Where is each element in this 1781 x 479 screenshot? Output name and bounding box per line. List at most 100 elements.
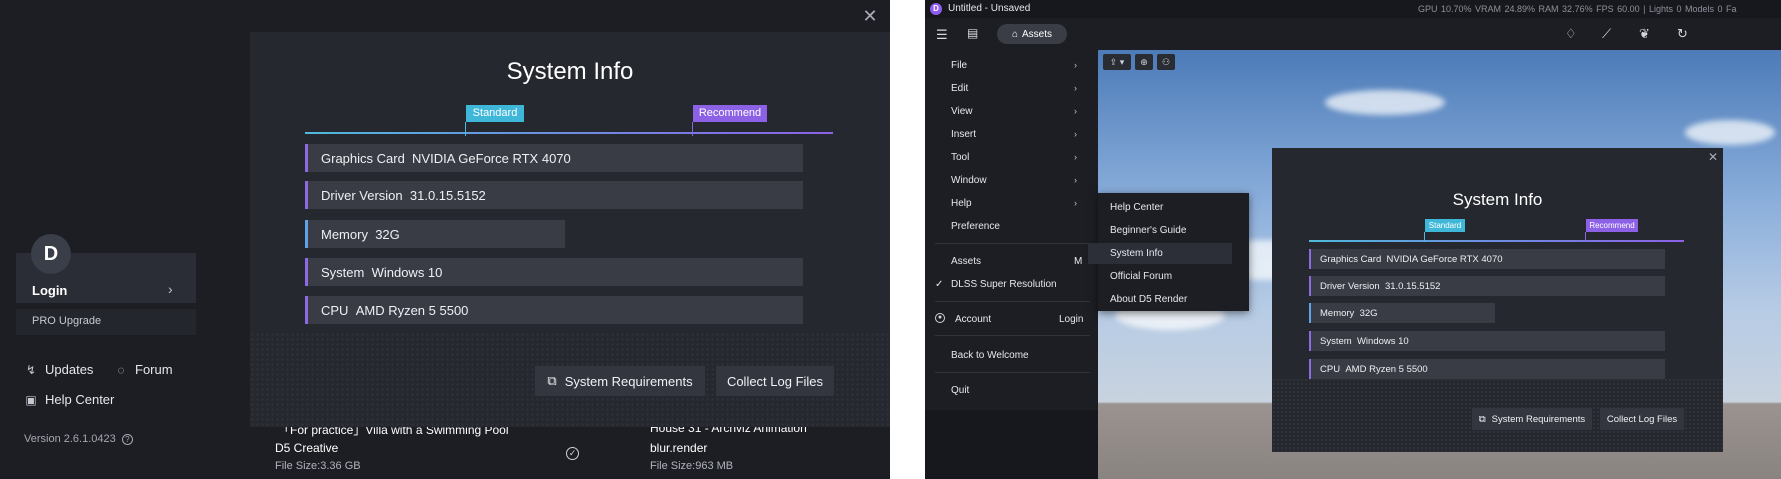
spec-row-cpu: CPU AMD Ryzen 5 5500 <box>1309 359 1665 379</box>
account-icon: ● <box>935 313 945 323</box>
system-requirements-button[interactable]: ⧉ System Requirements <box>535 366 705 396</box>
menu-view[interactable]: View <box>951 106 973 117</box>
project-author: D5 Creative <box>275 441 339 455</box>
menu-dlss[interactable]: DLSS Super Resolution <box>951 279 1057 290</box>
menu-back-to-welcome[interactable]: Back to Welcome <box>951 350 1029 361</box>
path-tool-icon[interactable]: ⟋ <box>1602 26 1611 42</box>
assets-shortcut: M <box>1074 256 1083 267</box>
menu-help[interactable]: Help <box>951 198 972 209</box>
submenu-system-info[interactable]: System Info <box>1110 248 1163 259</box>
chevron-right-icon: › <box>1074 106 1077 116</box>
avatar[interactable]: D <box>31 234 71 274</box>
collect-log-files-button[interactable]: Collect Log Files <box>1600 408 1684 430</box>
spec-row-memory: Memory 32G <box>305 220 565 248</box>
collect-log-files-button[interactable]: Collect Log Files <box>716 366 834 396</box>
performance-stats: GPU 10.70% VRAM 24.89% RAM 32.76% FPS 60… <box>1418 4 1737 14</box>
standard-tag: Standard <box>1425 219 1465 232</box>
app-title: Untitled - Unsaved <box>948 3 1031 14</box>
menu-window[interactable]: Window <box>951 175 987 186</box>
close-icon[interactable]: ✕ <box>1708 150 1718 164</box>
help-center-label: Help Center <box>45 392 115 407</box>
recommend-marker <box>1585 232 1586 242</box>
menu-insert[interactable]: Insert <box>951 129 976 140</box>
spec-row-memory: Memory 32G <box>1309 303 1495 323</box>
menu-edit[interactable]: Edit <box>951 83 968 94</box>
menu-divider <box>935 335 1090 336</box>
forum-link[interactable]: ◌ Forum <box>114 362 173 377</box>
menu-divider <box>935 372 1090 373</box>
spec-scale-line <box>305 132 833 134</box>
login-label[interactable]: Login <box>32 283 67 298</box>
assets-button[interactable]: ⌂ Assets <box>997 24 1067 44</box>
recommend-tag: Recommend <box>1586 219 1638 232</box>
standard-tag: Standard <box>466 105 524 122</box>
spec-row-graphics: Graphics Card NVIDIA GeForce RTX 4070 <box>305 144 803 172</box>
requirements-icon: ⧉ <box>1478 413 1486 425</box>
menu-divider <box>935 301 1090 302</box>
chevron-right-icon: › <box>1074 152 1077 162</box>
spec-row-system: System Windows 10 <box>1309 331 1665 351</box>
camera-path-icon[interactable]: ⚇ <box>1157 54 1175 70</box>
chevron-right-icon: › <box>1074 175 1077 185</box>
standard-marker <box>1424 232 1425 242</box>
spec-row-graphics: Graphics Card NVIDIA GeForce RTX 4070 <box>1309 249 1665 269</box>
menu-icon[interactable]: ☰ <box>936 27 948 43</box>
chevron-right-icon: › <box>1074 129 1077 139</box>
info-icon[interactable]: ? <box>121 434 133 445</box>
view-mode-button[interactable]: ⇪ ▾ <box>1103 54 1131 70</box>
system-info-dialog: ✕ System Info Standard Recommend Graphic… <box>1272 148 1723 452</box>
system-requirements-button[interactable]: ⧉ System Requirements <box>1472 408 1592 430</box>
submenu-help-center[interactable]: Help Center <box>1110 202 1163 213</box>
update-icon: ↯ <box>25 362 37 377</box>
globe-icon[interactable]: ⊕ <box>1135 54 1153 70</box>
forum-icon: ◌ <box>117 362 125 377</box>
app-logo-icon: D <box>930 3 942 15</box>
spec-row-driver: Driver Version 31.0.15.5152 <box>1309 276 1665 296</box>
dialog-title: System Info <box>1452 190 1543 209</box>
submenu-about[interactable]: About D5 Render <box>1110 294 1187 305</box>
chevron-right-icon: › <box>1074 60 1077 70</box>
recommend-tag: Recommend <box>693 105 767 122</box>
spec-row-driver: Driver Version 31.0.15.5152 <box>305 181 803 209</box>
menu-account[interactable]: Account <box>955 314 991 325</box>
spec-row-cpu: CPU AMD Ryzen 5 5500 <box>305 296 803 324</box>
menu-assets[interactable]: Assets <box>951 256 981 267</box>
chevron-right-icon: › <box>1074 198 1077 208</box>
standard-marker <box>465 122 466 136</box>
menu-divider <box>935 243 1090 244</box>
file-icon[interactable]: ▤ <box>967 26 978 40</box>
system-info-dialog: System Info Standard Recommend Graphics … <box>250 32 890 427</box>
updates-label: Updates <box>45 362 94 377</box>
menu-file[interactable]: File <box>951 60 967 71</box>
spec-row-system: System Windows 10 <box>305 258 803 286</box>
leaf-icon[interactable]: ❦ <box>1639 26 1650 42</box>
check-circle-icon[interactable]: ✓ <box>566 447 579 460</box>
refresh-icon[interactable]: ↻ <box>1677 26 1688 42</box>
pro-upgrade-label: PRO Upgrade <box>32 315 102 327</box>
project-author: blur.render <box>650 441 708 455</box>
cloud <box>1325 90 1445 115</box>
editor-window: D Untitled - Unsaved GPU 10.70% VRAM 24.… <box>925 0 1781 479</box>
assets-icon: ⌂ <box>1011 28 1019 40</box>
menu-tool[interactable]: Tool <box>951 152 969 163</box>
menu-preference[interactable]: Preference <box>951 221 1000 232</box>
close-icon[interactable]: ✕ <box>862 7 878 25</box>
submenu-beginners-guide[interactable]: Beginner's Guide <box>1110 225 1186 236</box>
menu-quit[interactable]: Quit <box>951 385 969 396</box>
help-center-icon: ▣ <box>25 392 37 407</box>
updates-link[interactable]: ↯ Updates <box>24 362 93 377</box>
cloud <box>1685 120 1775 145</box>
chevron-right-icon: › <box>1074 83 1077 93</box>
project-size: File Size:963 MB <box>650 460 734 472</box>
menu-account-login[interactable]: Login <box>1059 314 1083 325</box>
forum-label: Forum <box>135 362 173 377</box>
spec-scale-line <box>1309 240 1684 242</box>
light-bulb-icon[interactable]: ♢ <box>1565 26 1577 42</box>
help-center-link[interactable]: ▣ Help Center <box>24 392 114 407</box>
submenu-official-forum[interactable]: Official Forum <box>1110 271 1172 282</box>
check-icon: ✓ <box>935 279 944 290</box>
recommend-marker <box>692 122 693 136</box>
welcome-screen: ✕ D Login › PRO Upgrade ↯ Updates ◌ Foru… <box>0 0 890 479</box>
version-text: Version 2.6.1.0423 ? <box>24 433 133 445</box>
project-size: File Size:3.36 GB <box>275 460 361 472</box>
